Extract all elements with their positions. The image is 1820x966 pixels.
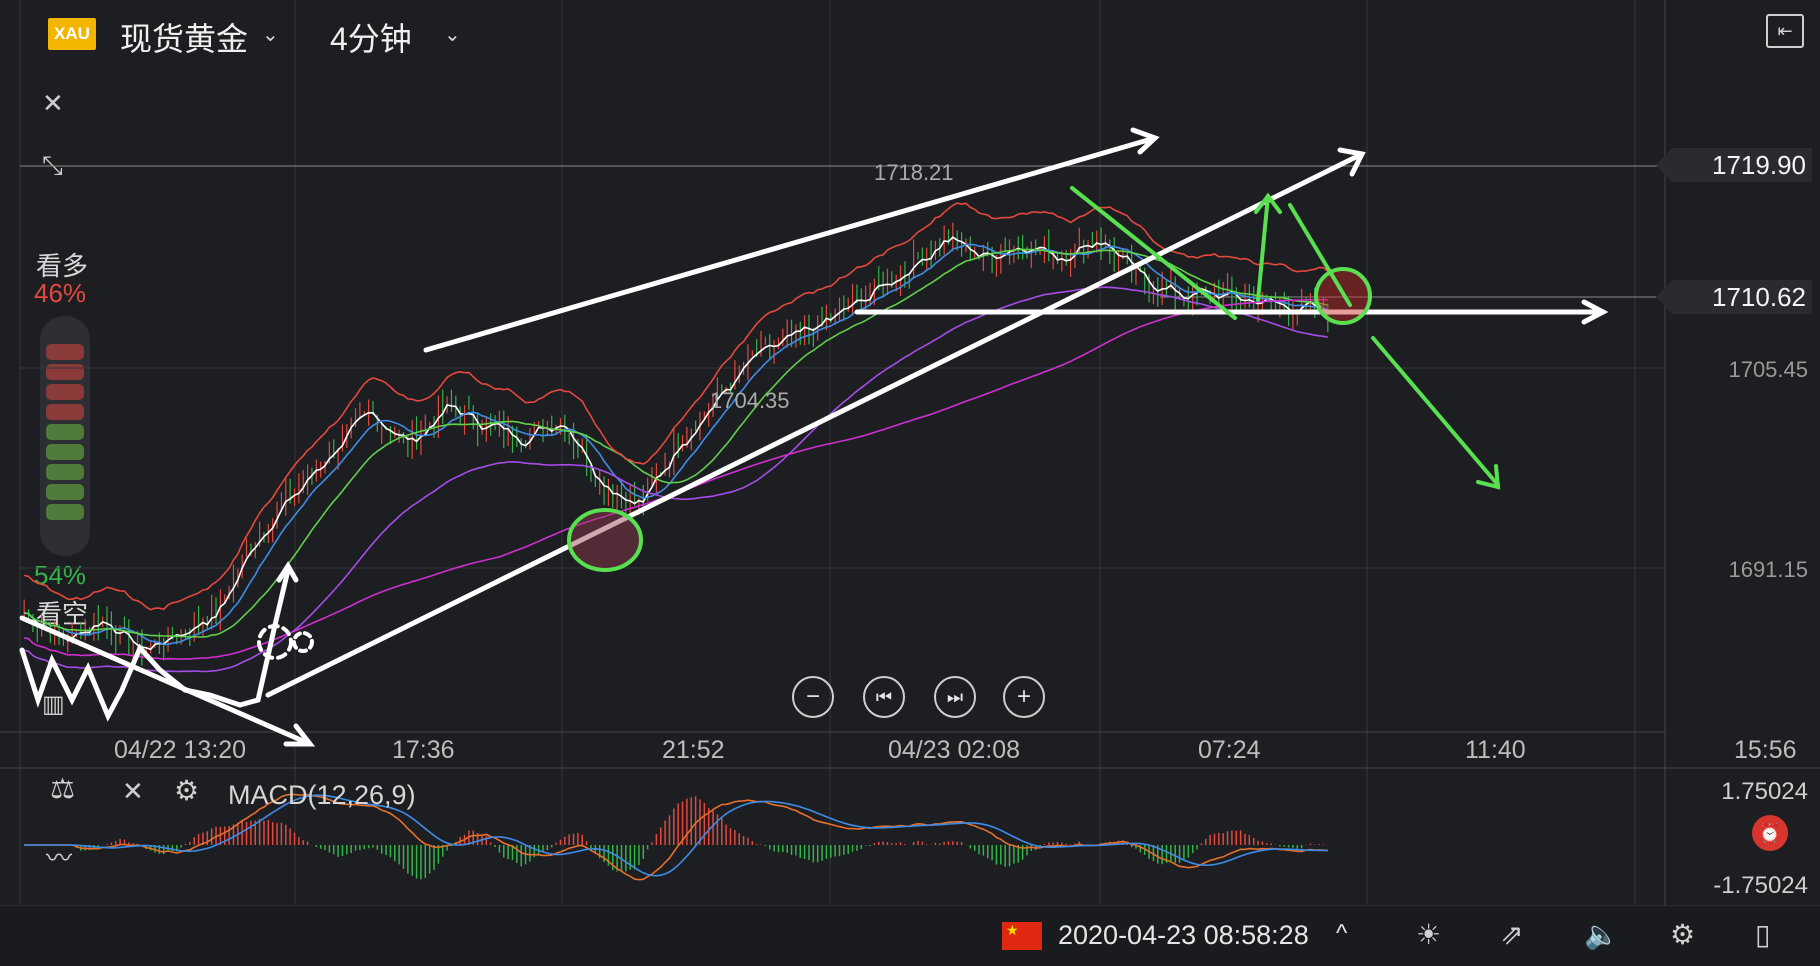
ma-purple-line <box>24 286 1328 673</box>
ma-white-line <box>24 236 1329 651</box>
chevron-up-icon[interactable]: ^ <box>1336 920 1347 948</box>
price-chart[interactable] <box>0 0 1820 905</box>
zoom-out-button[interactable]: − <box>792 676 834 718</box>
x-tick-label: 07:24 <box>1198 736 1261 764</box>
flag-icon: ★ <box>1002 922 1042 950</box>
trend-annotations <box>19 127 1609 747</box>
alarm-icon[interactable]: ⏰ <box>1752 815 1788 851</box>
bottom-bar: ★ 2020-04-23 08:58:28 ^ ☀ ⇗ 🔈 ⚙ ▯ <box>0 905 1820 966</box>
chart-grid <box>0 0 1820 905</box>
x-tick-label: 04/23 02:08 <box>888 736 1021 764</box>
pulse-icon[interactable]: 〰 <box>46 838 72 875</box>
gear-icon[interactable]: ⚙ <box>174 774 199 807</box>
start-circle-small <box>292 631 314 653</box>
step-back-button[interactable]: ⏮ <box>863 676 905 718</box>
close-indicator-icon[interactable]: ✕ <box>122 776 144 807</box>
price-tag-high: 1719.90 <box>1656 148 1812 182</box>
brightness-icon[interactable]: ☀ <box>1416 918 1441 951</box>
macd-y-min: -1.75024 <box>1713 872 1808 899</box>
green-forecast <box>1371 336 1500 487</box>
settings-icon[interactable]: ⚙ <box>1670 918 1695 951</box>
step-forward-button[interactable]: ⏭ <box>934 676 976 718</box>
low-circle <box>567 508 643 572</box>
mute-icon[interactable]: 🔈 <box>1584 918 1619 951</box>
macd-label[interactable]: MACD(12,26,9) <box>228 780 416 811</box>
x-tick-label: 21:52 <box>662 736 725 764</box>
phone-icon[interactable]: ▯ <box>1755 918 1770 951</box>
y-tick-label: 1691.15 <box>1728 557 1808 582</box>
high-price-label: 1718.21 <box>874 160 954 185</box>
datetime: 2020-04-23 08:58:28 <box>1058 920 1309 950</box>
x-tick-label: 17:36 <box>392 736 455 764</box>
green-up <box>1256 194 1270 302</box>
price-tag-current: 1710.62 <box>1656 280 1812 314</box>
x-tick-label: 11:40 <box>1465 736 1526 764</box>
macd-y-max: 1.75024 <box>1721 778 1808 805</box>
moving-average-lines <box>24 202 1329 673</box>
share-icon[interactable]: ⇗ <box>1500 918 1523 951</box>
ma-magenta-line <box>24 298 1328 660</box>
x-tick-label: 04/22 13:20 <box>114 736 247 764</box>
low-price-label: 1704.35 <box>710 388 790 413</box>
y-tick-label: 1705.45 <box>1728 357 1808 382</box>
band-upper-line <box>24 202 1329 611</box>
draw-tool-icon[interactable]: ⚖ <box>50 772 75 805</box>
candlestick-series <box>23 222 1329 666</box>
zoom-in-button[interactable]: + <box>1003 676 1045 718</box>
x-tick-label: 15:56 <box>1734 736 1797 764</box>
upper-trendline <box>423 135 1158 353</box>
ma-blue-line <box>24 243 1329 646</box>
